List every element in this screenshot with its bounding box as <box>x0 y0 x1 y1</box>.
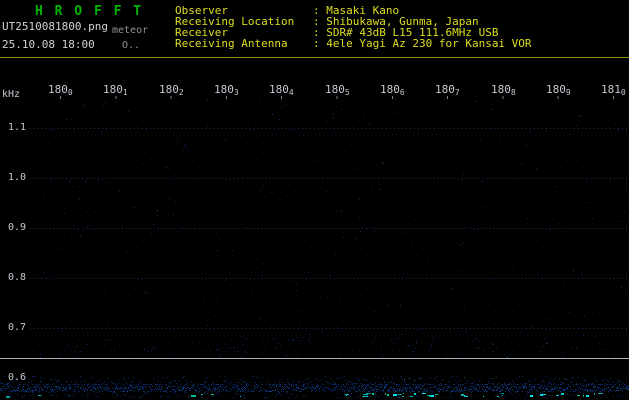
datetime-label: 25.10.08 18:00 <box>2 38 95 51</box>
y-tick-label: 0.6 <box>7 372 26 383</box>
gridline <box>30 178 629 179</box>
app-title: H R O F F T <box>35 4 144 19</box>
y-tick-label: 0.7 <box>7 322 26 333</box>
receiver-info-block: Observer: Masaki Kano Receiving Location… <box>175 5 532 49</box>
spectrogram-baseline <box>0 358 629 359</box>
y-tick-label: 1.1 <box>7 122 26 133</box>
info-label: Receiving Antenna <box>175 37 288 50</box>
info-value: 4ele Yagi Az 230 for Kansai VOR <box>326 37 532 50</box>
info-separator: : <box>313 37 327 50</box>
y-tick-label: 0.9 <box>7 222 26 233</box>
hrofft-screen: H R O F F T UT2510081800.png meteor 25.1… <box>0 0 629 400</box>
gridline <box>30 128 629 129</box>
header-divider <box>0 57 629 58</box>
echo-marker-strip-canvas <box>0 392 629 400</box>
signal-level-strip-canvas <box>0 359 629 386</box>
gridline <box>30 228 629 229</box>
spectrogram-canvas <box>28 100 629 358</box>
y-tick-label: 1.0 <box>7 172 26 183</box>
x-axis-tick-marks <box>60 96 616 99</box>
y-axis-unit-label: kHz <box>2 89 21 100</box>
info-row-antenna: Receiving Antenna: 4ele Yagi Az 230 for … <box>175 38 532 49</box>
mode-label: meteor <box>112 25 149 36</box>
gridline <box>30 278 629 279</box>
y-tick-label: 0.8 <box>7 272 26 283</box>
status-label: O.. <box>122 40 141 51</box>
filename-label: UT2510081800.png <box>2 20 108 33</box>
gridline <box>30 328 629 329</box>
